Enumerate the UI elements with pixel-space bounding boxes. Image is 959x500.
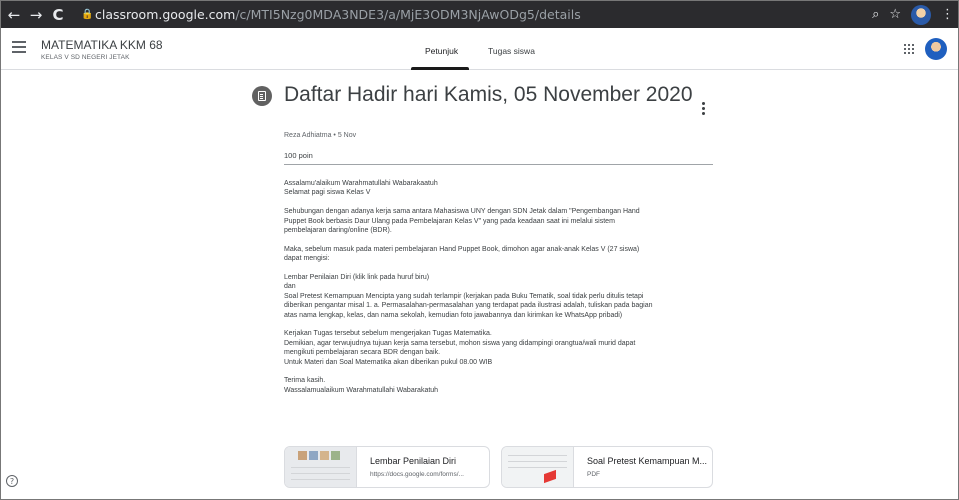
description-line: atas nama lengkap, kelas, dan nama sekol… bbox=[284, 311, 623, 319]
assignment-title: Daftar Hadir hari Kamis, 05 November 202… bbox=[284, 83, 693, 106]
thumbnail-photo bbox=[331, 451, 340, 460]
attachment-subtitle: https://docs.google.com/forms/... bbox=[370, 471, 464, 478]
thumbnail-line bbox=[291, 479, 350, 480]
description-paragraph: Assalamu'alaikum Warahmatullahi Wabaraka… bbox=[284, 179, 714, 198]
class-section: KELAS V SD NEGERI JETAK bbox=[41, 54, 130, 61]
reload-icon: C bbox=[52, 5, 64, 24]
bookmark-star-icon[interactable]: ☆ bbox=[889, 7, 901, 22]
lock-icon: 🔒 bbox=[81, 9, 94, 20]
attachment-title: Soal Pretest Kemampuan M... bbox=[587, 456, 708, 466]
description-line: Soal Pretest Kemampuan Mencipta yang sud… bbox=[284, 292, 644, 300]
zoom-icon[interactable]: ⌕ bbox=[872, 7, 879, 22]
description-paragraph: Maka, sebelum masuk pada materi pembelaj… bbox=[284, 245, 714, 264]
browser-actions: ⌕ ☆ ⋮ bbox=[872, 1, 958, 28]
description-paragraph: Lembar Penilaian Diri (klik link pada hu… bbox=[284, 273, 714, 320]
thumbnail-line bbox=[291, 467, 350, 468]
thumbnail-line bbox=[291, 473, 350, 474]
description-paragraph: Sehubungan dengan adanya kerja sama anta… bbox=[284, 207, 714, 235]
attachment-pdf-card[interactable]: Soal Pretest Kemampuan M... PDF bbox=[501, 446, 713, 488]
description-paragraph: Kerjakan Tugas tersebut sebelum mengerja… bbox=[284, 329, 714, 367]
browser-toolbar: ← → C 🔒 classroom.google.com/c/MTI5Nzg0M… bbox=[1, 1, 958, 28]
divider bbox=[284, 164, 713, 165]
back-button[interactable]: ← bbox=[3, 1, 25, 28]
url-path: /c/MTI5Nzg0MDA3NDE3/a/MjE3ODM3NjAwODg5/d… bbox=[235, 7, 581, 22]
thumbnail-photo bbox=[309, 451, 318, 460]
description-line: Assalamu'alaikum Warahmatullahi Wabaraka… bbox=[284, 180, 438, 187]
description-line: dan bbox=[284, 283, 296, 291]
description-line: Sehubungan dengan adanya kerja sama anta… bbox=[284, 208, 640, 216]
description-paragraph: Terima kasih. Wassalamualaikum Warahmatu… bbox=[284, 376, 714, 395]
active-tab-indicator bbox=[411, 67, 469, 70]
back-arrow-icon: ← bbox=[7, 5, 21, 24]
form-thumbnail bbox=[285, 447, 357, 487]
assignment-points: 100 poin bbox=[284, 151, 313, 160]
help-icon[interactable]: ? bbox=[6, 475, 18, 487]
description-line: pembelajaran daring/online (BDR). bbox=[284, 227, 392, 235]
forward-arrow-icon: → bbox=[29, 5, 43, 24]
description-line: Wassalamualaikum Warahmatullahi Wabaraka… bbox=[284, 386, 439, 394]
attachment-subtitle: PDF bbox=[587, 471, 600, 478]
description-line: Maka, sebelum masuk pada materi pembelaj… bbox=[284, 245, 640, 253]
pdf-file-icon bbox=[544, 469, 556, 484]
apps-grid-icon[interactable] bbox=[904, 44, 914, 54]
description-line: dapat mengisi: bbox=[284, 255, 330, 263]
thumbnail-line bbox=[508, 467, 567, 468]
thumbnail-photo bbox=[320, 451, 329, 460]
screenshot-frame: ← → C 🔒 classroom.google.com/c/MTI5Nzg0M… bbox=[0, 0, 959, 500]
classroom-header: MATEMATIKA KKM 68 KELAS V SD NEGERI JETA… bbox=[1, 28, 958, 70]
assignment-icon bbox=[252, 86, 272, 106]
description-line: mengikuti pembelajaran secara BDR dengan… bbox=[284, 349, 441, 357]
main-menu-icon[interactable] bbox=[12, 41, 26, 56]
thumbnail-line bbox=[508, 455, 567, 456]
assignment-meta: Reza Adhiatma • 5 Nov bbox=[284, 132, 357, 139]
browser-menu-icon[interactable]: ⋮ bbox=[941, 7, 954, 22]
reload-button[interactable]: C bbox=[47, 1, 69, 28]
description-line: Terima kasih. bbox=[284, 377, 326, 385]
description-line: Kerjakan Tugas tersebut sebelum mengerja… bbox=[284, 330, 492, 338]
description-line: Demikian, agar terwujudnya tujuan kerja … bbox=[284, 339, 636, 347]
attachment-title: Lembar Penilaian Diri bbox=[370, 456, 457, 466]
description-line: Selamat pagi siswa Kelas V bbox=[284, 189, 371, 197]
forward-button[interactable]: → bbox=[25, 1, 47, 28]
url-host: classroom.google.com bbox=[95, 7, 236, 22]
description-line: Puppet Book berbasis Daur Ulang pada Pem… bbox=[284, 217, 615, 225]
thumbnail-photo bbox=[298, 451, 307, 460]
assignment-description: Assalamu'alaikum Warahmatullahi Wabaraka… bbox=[284, 179, 714, 405]
description-line: Lembar Penilaian Diri (klik link pada hu… bbox=[284, 274, 430, 282]
pdf-thumbnail bbox=[502, 447, 574, 487]
description-line: Untuk Materi dan Soal Matematika akan di… bbox=[284, 358, 493, 366]
attachment-form-card[interactable]: Lembar Penilaian Diri https://docs.googl… bbox=[284, 446, 490, 488]
class-name[interactable]: MATEMATIKA KKM 68 bbox=[41, 38, 163, 52]
thumbnail-line bbox=[508, 461, 567, 462]
tab-tugas-siswa[interactable]: Tugas siswa bbox=[488, 46, 535, 56]
description-line: diberikan pengantar misal 1. a. Permasal… bbox=[284, 302, 653, 310]
browser-profile-avatar[interactable] bbox=[911, 4, 931, 25]
account-avatar[interactable] bbox=[925, 38, 947, 60]
tab-petunjuk[interactable]: Petunjuk bbox=[425, 46, 458, 56]
more-options-icon[interactable] bbox=[702, 102, 706, 117]
address-bar[interactable]: 🔒 classroom.google.com/c/MTI5Nzg0MDA3NDE… bbox=[81, 5, 886, 24]
